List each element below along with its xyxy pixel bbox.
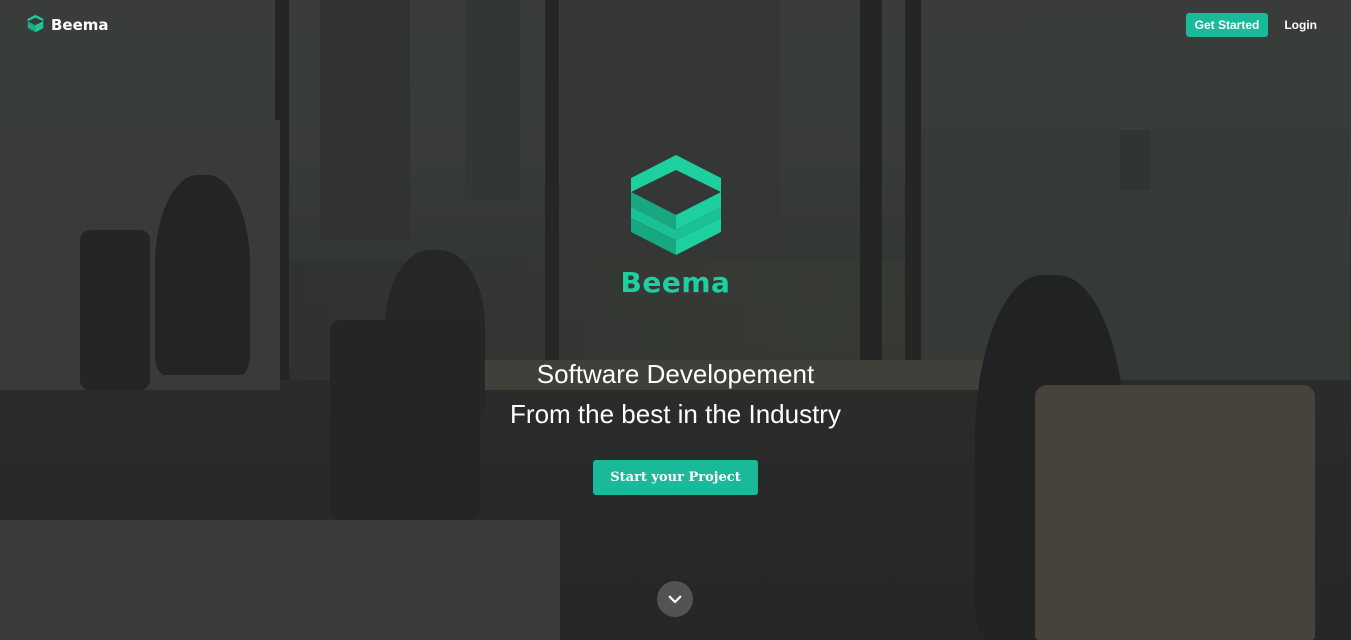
- tagline-line-1: Software Developement: [536, 359, 815, 389]
- scroll-down-button[interactable]: [657, 581, 693, 617]
- tagline-line-2: From the best in the Industry: [510, 399, 841, 429]
- get-started-button[interactable]: Get Started: [1185, 13, 1269, 37]
- login-link[interactable]: Login: [1284, 18, 1317, 32]
- header-brand[interactable]: Beema: [26, 14, 109, 37]
- beema-logo-icon: [630, 155, 721, 255]
- top-navbar: Beema Get Started Login: [0, 0, 1351, 50]
- header-nav: Get Started Login: [1185, 13, 1325, 37]
- hero-tagline: Software Developement From the best in t…: [510, 354, 841, 434]
- header-brand-name: Beema: [51, 16, 109, 34]
- hero-section: Beema Software Developement From the bes…: [0, 150, 1351, 495]
- beema-logo-icon: [26, 14, 45, 37]
- chevron-down-icon: [668, 595, 682, 604]
- hero-brand-name: Beema: [620, 266, 731, 299]
- start-project-button[interactable]: Start your Project: [593, 460, 758, 495]
